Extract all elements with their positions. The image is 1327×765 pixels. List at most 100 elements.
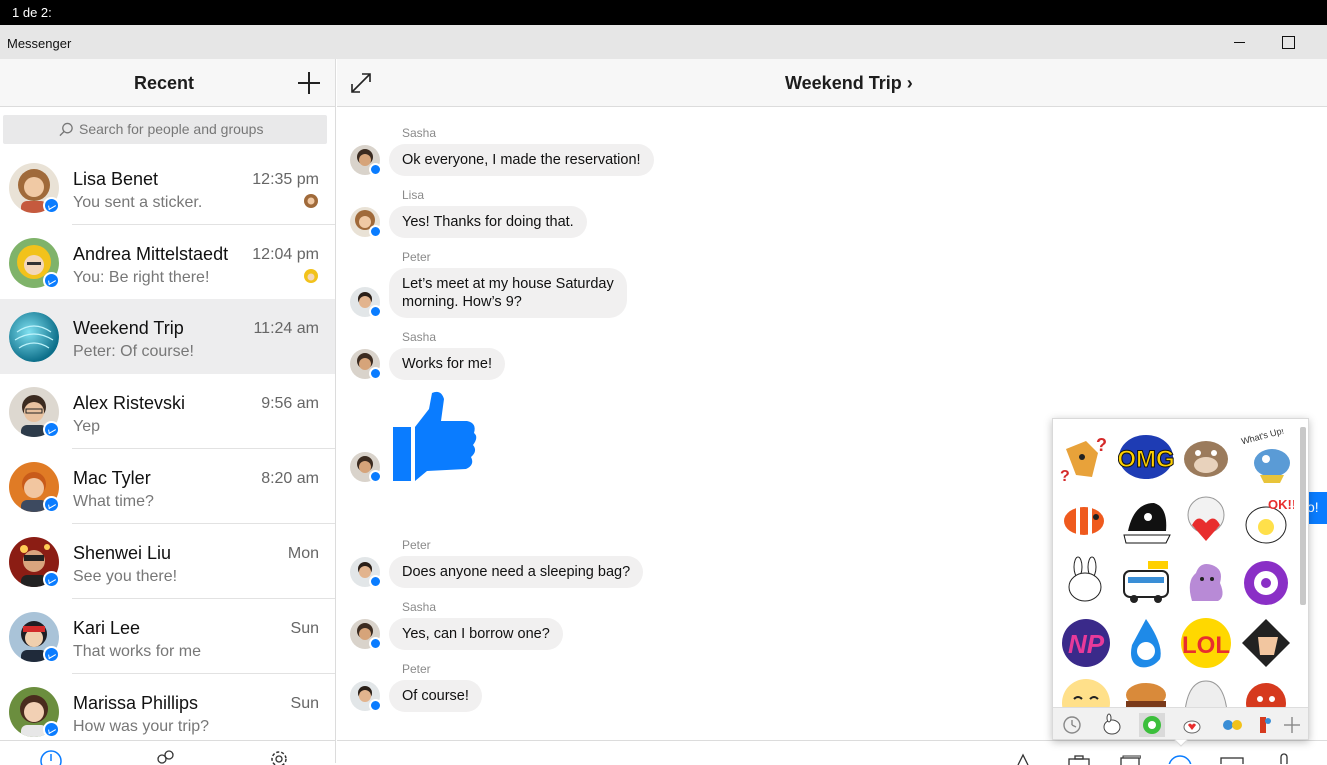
font-icon[interactable]	[1015, 753, 1031, 765]
messenger-badge-icon	[43, 721, 60, 738]
sticker-pack-bunny-heart-icon[interactable]	[1179, 713, 1205, 737]
bus-sticker-icon[interactable]	[1118, 553, 1174, 609]
messenger-badge-icon	[369, 575, 382, 588]
message-bubble[interactable]: Of course!	[389, 680, 482, 712]
chat-title[interactable]: Weekend Trip ›	[785, 73, 913, 94]
lol-sticker-icon[interactable]: LOL	[1178, 615, 1234, 671]
expand-icon[interactable]	[349, 71, 373, 95]
new-message-button[interactable]	[297, 71, 321, 95]
picker-pointer	[1174, 739, 1188, 747]
diamond-character-sticker-icon[interactable]	[1238, 615, 1294, 671]
bunny-sticker-icon[interactable]	[1058, 553, 1114, 609]
image-icon[interactable]	[1119, 755, 1141, 765]
conversation-time: 12:04 pm	[252, 246, 319, 263]
conversation-name: Weekend Trip	[73, 318, 184, 338]
sticker-scrollbar[interactable]	[1300, 427, 1306, 605]
messenger-badge-icon	[369, 163, 382, 176]
status-bar: 1 de 2:	[0, 0, 1327, 25]
message-bubble[interactable]: Yes, can I borrow one?	[389, 618, 563, 650]
lol-sticker-text: LOL	[1182, 632, 1230, 659]
messenger-badge-icon	[43, 571, 60, 588]
camera-icon[interactable]	[1067, 755, 1091, 765]
message-sender: Sasha	[402, 126, 437, 140]
np-sticker-icon[interactable]: NP	[1058, 615, 1114, 671]
purple-creature-sticker-icon[interactable]	[1238, 553, 1294, 609]
conversation-name: Andrea Mittelstaedt	[73, 244, 229, 264]
messenger-badge-icon	[43, 646, 60, 663]
conversation-item[interactable]: Alex Ristevski 9:56 am Yep	[0, 374, 335, 449]
messenger-badge-icon	[43, 272, 60, 289]
omg-sticker-icon[interactable]: OMG	[1118, 429, 1174, 485]
message-sender: Peter	[402, 662, 431, 676]
message-bubble[interactable]: Works for me!	[389, 348, 505, 380]
burger-sticker-icon[interactable]	[1118, 673, 1174, 707]
message-sender: Peter	[402, 250, 431, 264]
recent-stickers-clock-icon[interactable]	[1059, 713, 1085, 737]
messenger-badge-icon	[369, 225, 382, 238]
conversation-item-active[interactable]: Weekend Trip 11:24 am Peter: Of course!	[0, 299, 335, 374]
conversation-item[interactable]: Marissa Phillips Sun How was your trip?	[0, 674, 335, 740]
conversation-time: 11:24 am	[253, 320, 319, 337]
sticker-store-plus-icon[interactable]	[1279, 713, 1305, 737]
conversation-item[interactable]: Mac Tyler 8:20 am What time?	[0, 449, 335, 524]
messenger-badge-icon	[369, 637, 382, 650]
sticker-pack-tabs	[1053, 707, 1308, 739]
red-fox-sticker-icon[interactable]	[1238, 673, 1294, 707]
chat-title-text: Weekend Trip	[785, 73, 902, 93]
window-title: Messenger	[7, 36, 72, 51]
heart-cat-sticker-icon[interactable]	[1178, 491, 1234, 547]
ok-chick-sticker-icon[interactable]: OK!!	[1238, 491, 1294, 547]
conversation-time: Mon	[287, 545, 319, 562]
thumbs-up-sticker-icon[interactable]	[389, 389, 479, 484]
lumpy-sticker-icon[interactable]	[1178, 553, 1234, 609]
conversation-item[interactable]: Shenwei Liu Mon See you there!	[0, 524, 335, 599]
chat-header: Weekend Trip ›	[337, 59, 1327, 107]
conversation-name: Kari Lee	[73, 618, 141, 638]
whats-up-sticker-text: What's Up!	[1240, 429, 1285, 446]
conversation-time: 9:56 am	[261, 395, 319, 412]
conversation-name: Lisa Benet	[73, 169, 159, 189]
conversation-name: Alex Ristevski	[73, 393, 186, 413]
penguin-sticker-icon[interactable]	[1118, 491, 1174, 547]
group-avatar	[9, 312, 59, 362]
conversation-time: Sun	[290, 620, 319, 637]
sticker-pack-bunny-icon[interactable]	[1099, 713, 1125, 737]
search-input[interactable]: Search for people and groups	[3, 115, 327, 144]
ghost-sticker-icon[interactable]	[1178, 673, 1234, 707]
cow-sticker-icon[interactable]	[1178, 429, 1234, 485]
message-sender: Sasha	[402, 330, 437, 344]
conversation-preview: Yep	[73, 418, 100, 435]
fox-sticker-icon[interactable]: ??	[1058, 429, 1114, 485]
conversation-preview: You sent a sticker.	[73, 194, 203, 211]
message-bubble[interactable]: Yes! Thanks for doing that.	[389, 206, 587, 238]
message-bubble[interactable]: Does anyone need a sleeping bag?	[389, 556, 644, 588]
smiley-sticker-icon[interactable]	[1058, 673, 1114, 707]
conversation-preview: That works for me	[73, 643, 202, 660]
messenger-badge-icon	[369, 305, 382, 318]
maximize-button[interactable]	[1279, 33, 1299, 51]
conversation-time: 8:20 am	[261, 470, 319, 487]
np-sticker-text: NP	[1068, 629, 1105, 659]
sticker-pack-characters-icon[interactable]	[1219, 713, 1245, 737]
svg-text:?: ?	[1060, 468, 1070, 485]
minimize-button[interactable]	[1230, 33, 1250, 51]
conversation-item[interactable]: Kari Lee Sun That works for me	[0, 599, 335, 674]
conversation-name: Marissa Phillips	[73, 693, 199, 713]
search-icon	[59, 122, 73, 137]
message-bubble[interactable]: Let’s meet at my house Saturday morning. …	[389, 268, 627, 318]
message-line: Let’s meet at my house Saturday	[402, 276, 614, 292]
clownfish-sticker-icon[interactable]	[1058, 491, 1114, 547]
whats-up-sticker-icon[interactable]: What's Up!	[1238, 429, 1294, 485]
conversation-name: Shenwei Liu	[73, 543, 172, 563]
conversation-item[interactable]: Lisa Benet 12:35 pm You sent a sticker.	[0, 150, 335, 225]
conversation-time: Sun	[290, 695, 319, 712]
messenger-badge-icon	[43, 496, 60, 513]
sticker-pack-green-icon[interactable]	[1139, 713, 1165, 737]
conversation-item[interactable]: Andrea Mittelstaedt 12:04 pm You: Be rig…	[0, 225, 335, 300]
microphone-icon[interactable]	[1277, 753, 1291, 764]
window-titlebar: Messenger	[0, 25, 1327, 59]
sticker-grid: ?? OMG What's Up! OK!! NP LOL	[1053, 419, 1298, 707]
sticker-pack-figure-icon[interactable]	[1251, 713, 1277, 737]
blue-drop-sticker-icon[interactable]	[1118, 615, 1174, 671]
message-bubble[interactable]: Ok everyone, I made the reservation!	[389, 144, 654, 176]
